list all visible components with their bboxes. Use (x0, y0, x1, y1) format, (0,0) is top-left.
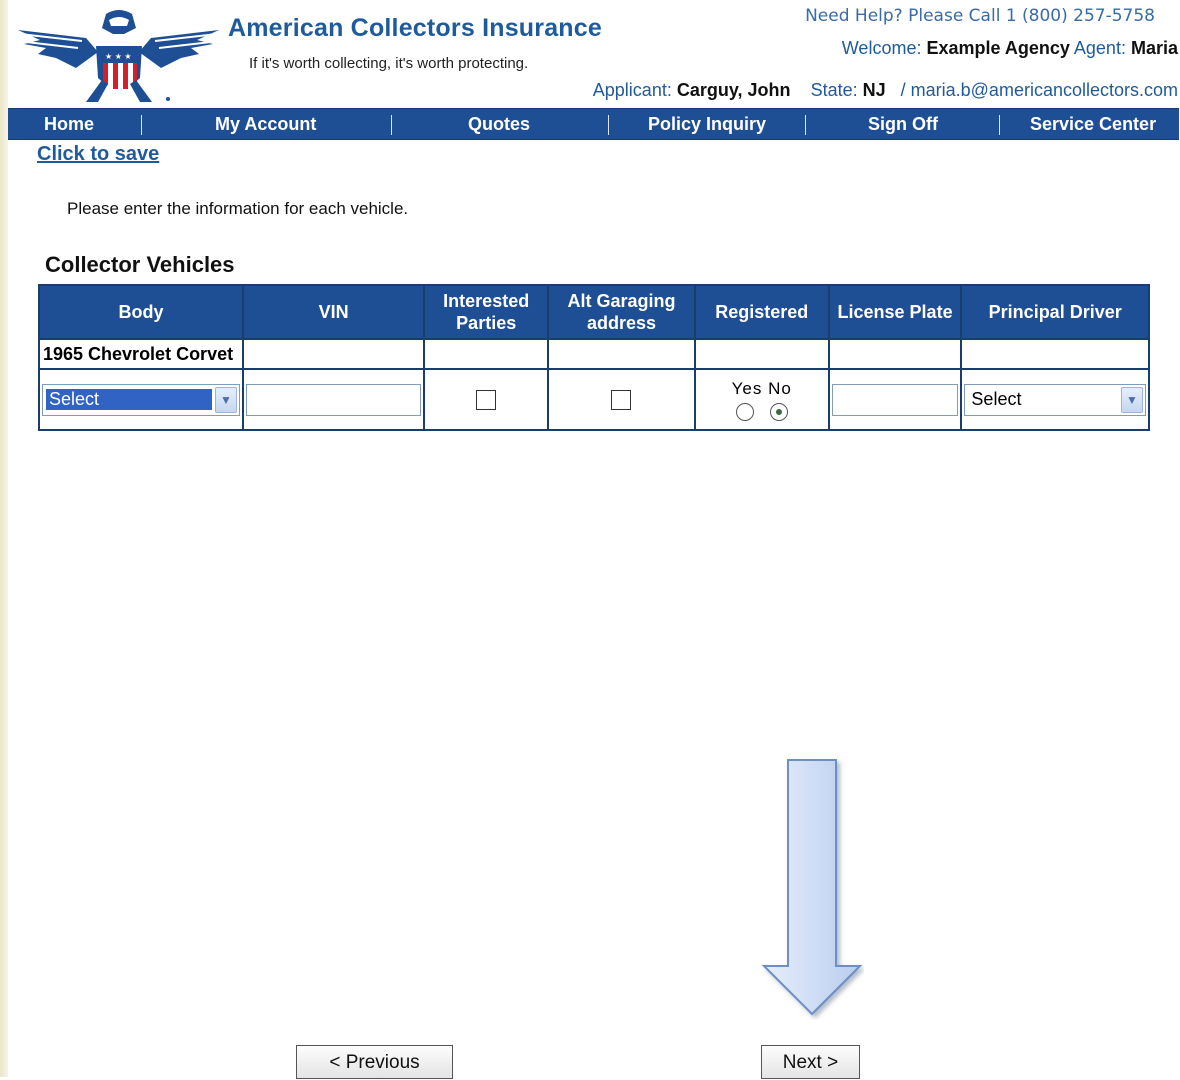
left-edge-bar (0, 0, 8, 1077)
table-cell (423, 338, 550, 370)
click-to-save-link[interactable]: Click to save (37, 143, 159, 166)
col-header-registered: Registered (693, 284, 830, 340)
alt-garaging-checkbox[interactable] (611, 389, 632, 410)
state-label: State: (810, 80, 858, 100)
nav-separator (608, 115, 609, 135)
agent-label: Agent: (1073, 38, 1126, 58)
registered-yes-radio[interactable] (735, 402, 754, 421)
agent-name: Maria (1130, 38, 1178, 58)
next-button[interactable]: Next > (761, 1045, 860, 1079)
brand-tagline: If it's worth collecting, it's worth pro… (249, 55, 529, 72)
col-header-alt-garaging: Alt Garaging address (547, 284, 696, 340)
agency-name: Example Agency (926, 38, 1070, 58)
body-cell: Select ▼ (38, 368, 244, 431)
instructions-text: Please enter the information for each ve… (67, 199, 409, 218)
alt-garaging-cell (547, 368, 696, 431)
nav-my-account[interactable]: My Account (215, 114, 316, 135)
col-header-license-plate: License Plate (827, 284, 963, 340)
section-title: Collector Vehicles (45, 252, 235, 277)
vin-cell (241, 368, 426, 431)
welcome-label: Welcome: (841, 38, 922, 58)
welcome-line: Welcome: Example Agency Agent: Maria (842, 38, 1178, 59)
table-cell (693, 338, 830, 370)
col-header-vin: VIN (241, 284, 426, 340)
applicant-name: Carguy, John (676, 80, 791, 100)
interested-parties-checkbox[interactable] (476, 389, 497, 410)
col-header-interested-parties: Interested Parties (423, 284, 550, 340)
collector-vehicles-table: Body VIN Interested Parties Alt Garaging… (38, 284, 1150, 431)
nav-quotes[interactable]: Quotes (468, 114, 530, 135)
eagle-logo: ★ ★ ★ (18, 10, 219, 102)
svg-text:★ ★ ★: ★ ★ ★ (105, 52, 132, 61)
nav-policy-inquiry[interactable]: Policy Inquiry (648, 114, 766, 135)
state-value: NJ (862, 80, 886, 100)
table-cell (960, 338, 1150, 370)
help-phone-text: Need Help? Please Call 1 (800) 257-5758 (805, 6, 1155, 26)
nav-separator (391, 115, 392, 135)
vehicle-name: 1965 Chevrolet Corvet (38, 338, 244, 370)
agent-email: / maria.b@americancollectors.com (900, 80, 1178, 100)
table-header-row: Body VIN Interested Parties Alt Garaging… (38, 284, 1150, 340)
license-plate-input[interactable] (831, 383, 959, 416)
chevron-down-icon[interactable]: ▼ (214, 386, 237, 413)
applicant-line: Applicant: Carguy, John State: NJ / mari… (593, 80, 1178, 101)
interested-parties-cell (423, 368, 550, 431)
nav-service-center[interactable]: Service Center (1030, 114, 1156, 135)
table-cell (827, 338, 963, 370)
main-nav-bar: Home My Account Quotes Policy Inquiry Si… (8, 108, 1179, 140)
registered-no-radio[interactable] (769, 402, 788, 421)
nav-separator (805, 115, 806, 135)
nav-separator (141, 115, 142, 135)
principal-driver-select-value: Select (971, 389, 1022, 409)
registered-cell: Yes No (693, 368, 830, 431)
principal-driver-select[interactable]: Select ▼ (964, 383, 1146, 416)
vehicle-name-row: 1965 Chevrolet Corvet (38, 338, 1150, 370)
body-select-value: Select (46, 389, 212, 410)
body-select[interactable]: Select ▼ (42, 383, 240, 416)
previous-button[interactable]: < Previous (296, 1045, 453, 1079)
applicant-label: Applicant: (592, 80, 672, 100)
vehicle-input-row: Select ▼ Yes No Select ▼ (38, 368, 1150, 431)
vin-input[interactable] (245, 383, 422, 416)
nav-home[interactable]: Home (44, 114, 94, 135)
table-cell (547, 338, 696, 370)
registered-no-label: No (768, 378, 792, 398)
chevron-down-icon[interactable]: ▼ (1121, 386, 1143, 413)
registered-yes-label: Yes (731, 378, 763, 398)
down-arrow-icon (761, 759, 863, 1016)
nav-sign-off[interactable]: Sign Off (868, 114, 938, 135)
table-cell (241, 338, 426, 370)
nav-separator (999, 115, 1000, 135)
license-plate-cell (827, 368, 963, 431)
col-header-principal-driver: Principal Driver (960, 284, 1150, 340)
brand-name: American Collectors Insurance (228, 14, 602, 42)
principal-driver-cell: Select ▼ (960, 368, 1150, 431)
col-header-body: Body (38, 284, 244, 340)
